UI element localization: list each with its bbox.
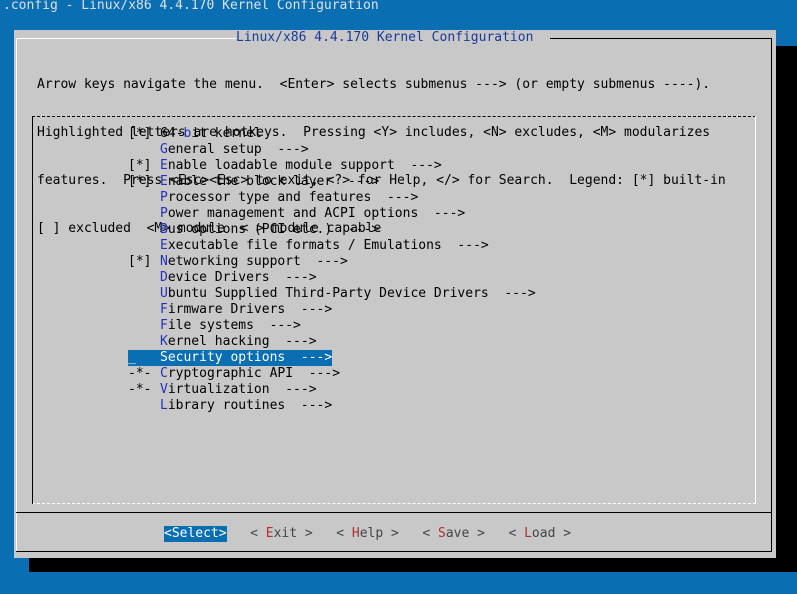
menu-item-label: irmware Drivers ---> bbox=[167, 302, 333, 317]
menu-item[interactable]: Bus options (PCI etc.) ---> bbox=[128, 222, 536, 238]
menu-item-state bbox=[128, 142, 160, 158]
menu-item[interactable]: Ubuntu Supplied Third-Party Device Drive… bbox=[128, 286, 536, 302]
menu-item-hotkey: K bbox=[160, 334, 168, 349]
menu-item-label: irtualization ---> bbox=[167, 382, 317, 397]
menu-item-state: [*] bbox=[128, 158, 160, 173]
menu-item-label: etworking support ---> bbox=[167, 254, 348, 269]
menu-item-label: nable loadable module support ---> bbox=[167, 158, 442, 173]
menu-item-label: nable the block layer ---> bbox=[167, 174, 380, 189]
menu-item-state: [*] bbox=[128, 174, 160, 189]
menu-item-hotkey: G bbox=[160, 142, 168, 157]
menu-item-hotkey: P bbox=[160, 190, 168, 205]
menu-item-label: ecurity options ---> bbox=[167, 350, 333, 365]
menu-item[interactable]: _ Security options ---> bbox=[128, 350, 536, 366]
menu-item-label: buntu Supplied Third-Party Device Driver… bbox=[167, 286, 536, 301]
menu-item[interactable]: [*] Enable loadable module support ---> bbox=[128, 158, 536, 174]
menu-item-label: rocessor type and features ---> bbox=[167, 190, 419, 205]
menu-item-state bbox=[128, 302, 160, 318]
menu-item[interactable]: [*] Enable the block layer ---> bbox=[128, 174, 536, 190]
menu-item-label: ibrary routines ---> bbox=[167, 398, 333, 413]
menu-item-state: _ bbox=[128, 350, 160, 365]
menu-item-label: eneral setup ---> bbox=[167, 142, 309, 157]
menu-item-state bbox=[128, 206, 160, 222]
menu-item-state bbox=[128, 286, 160, 302]
menu-item-hotkey: S bbox=[160, 350, 168, 365]
menu-item-state bbox=[128, 190, 160, 206]
menu-item[interactable]: Executable file formats / Emulations ---… bbox=[128, 238, 536, 254]
menu-item[interactable]: -*- Virtualization ---> bbox=[128, 382, 536, 398]
menu-item-state bbox=[128, 270, 160, 286]
menu-item-label: ower management and ACPI options ---> bbox=[167, 206, 466, 221]
menu-item-hotkey: E bbox=[160, 238, 168, 253]
help-line: Arrow keys navigate the menu. <Enter> se… bbox=[37, 77, 711, 92]
menu-item[interactable]: General setup ---> bbox=[128, 142, 536, 158]
menu-item-state bbox=[128, 238, 160, 254]
menu-item-hotkey: E bbox=[160, 174, 168, 189]
menu-item-label: it kernel bbox=[191, 126, 262, 141]
menu-item[interactable]: [*] 64- b it kernel bbox=[128, 126, 536, 142]
menu-item-label: ryptographic API ---> bbox=[167, 366, 341, 381]
menu-item[interactable]: Power management and ACPI options ---> bbox=[128, 206, 536, 222]
config-dialog: Linux/x86 4.4.170 Kernel Configuration A… bbox=[14, 30, 776, 558]
menu-item-hotkey: P bbox=[160, 206, 168, 221]
menu-item-hotkey: F bbox=[160, 318, 168, 333]
menu-item[interactable]: Processor type and features ---> bbox=[128, 190, 536, 206]
menu-item[interactable]: Kernel hacking ---> bbox=[128, 334, 536, 350]
button-help[interactable]: < Help > bbox=[336, 526, 399, 542]
menu-item[interactable]: Device Drivers ---> bbox=[128, 270, 536, 286]
menu-item[interactable]: -*- Cryptographic API ---> bbox=[128, 366, 536, 382]
menu-item-hotkey: F bbox=[160, 302, 168, 317]
menu-item-state: -*- bbox=[128, 366, 160, 381]
dialog-title: Linux/x86 4.4.170 Kernel Configuration bbox=[236, 30, 534, 45]
button-bar: <Select> < Exit > < Help > < Save > < Lo… bbox=[164, 526, 571, 542]
menu-item-hotkey: D bbox=[160, 270, 168, 285]
menu-item-label: ernel hacking ---> bbox=[167, 334, 317, 349]
menu-item-label: us options (PCI etc.) ---> bbox=[167, 222, 380, 237]
button-load[interactable]: < Load > bbox=[508, 526, 571, 542]
menu-item-state: [*] bbox=[128, 126, 160, 141]
menu-item-hotkey: b bbox=[183, 126, 192, 141]
menu-item-hotkey: B bbox=[160, 222, 168, 237]
menu-item-state bbox=[128, 222, 160, 238]
menu-item-state: -*- bbox=[128, 382, 160, 397]
menu-item-label: ile systems ---> bbox=[167, 318, 301, 333]
menu-item-state bbox=[128, 318, 160, 334]
menu-item-state bbox=[128, 334, 160, 350]
menu-item-label: xecutable file formats / Emulations ---> bbox=[167, 238, 489, 253]
menu-item-hotkey: E bbox=[160, 158, 168, 173]
button-save[interactable]: < Save > bbox=[422, 526, 485, 542]
menu-item-hotkey: L bbox=[160, 398, 168, 413]
window-title: .config - Linux/x86 4.4.170 Kernel Confi… bbox=[3, 0, 379, 13]
menu-list: [*] 64- b it kernel General setup ---> [*] … bbox=[128, 126, 536, 414]
menu-item-hotkey: C bbox=[160, 366, 168, 381]
menu-item-hotkey: N bbox=[160, 254, 168, 269]
menu-item[interactable]: Library routines ---> bbox=[128, 398, 536, 414]
menu-item[interactable]: Firmware Drivers ---> bbox=[128, 302, 536, 318]
menu-item-label: evice Drivers ---> bbox=[167, 270, 317, 285]
menu-item[interactable]: [*] Networking support ---> bbox=[128, 254, 536, 270]
button-select[interactable]: <Select> bbox=[164, 526, 227, 542]
menu-item-hotkey: U bbox=[160, 286, 168, 301]
menu-box: [*] 64- b it kernel General setup ---> [*] … bbox=[32, 116, 756, 504]
menu-item-state bbox=[128, 398, 160, 414]
menu-item-hotkey: V bbox=[160, 382, 168, 397]
menu-item[interactable]: File systems ---> bbox=[128, 318, 536, 334]
menu-item-state: [*] bbox=[128, 254, 160, 269]
button-exit[interactable]: < Exit > bbox=[250, 526, 313, 542]
